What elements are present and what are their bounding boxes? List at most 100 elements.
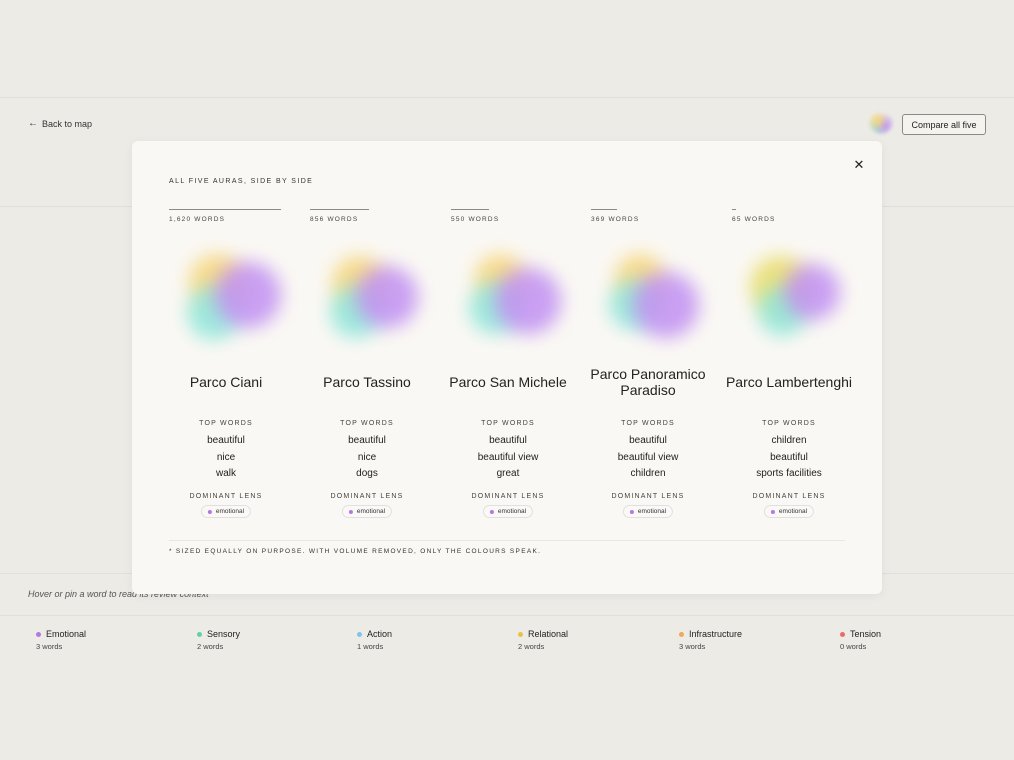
legend-item-action[interactable]: Action 1 words (357, 629, 392, 651)
lens-badge: emotional (200, 505, 252, 518)
legend-count: 1 words (357, 642, 384, 651)
lens-dot-icon (489, 509, 494, 514)
word-count-label: 856 WORDS (310, 216, 359, 223)
word-volume-bar (732, 209, 736, 210)
top-word[interactable]: children (722, 433, 856, 450)
top-word[interactable]: beautiful (441, 433, 575, 450)
close-icon[interactable]: ✕ (851, 157, 867, 173)
lens-dot-icon (348, 509, 353, 514)
top-word[interactable]: beautiful (300, 433, 434, 450)
legend-item-tension[interactable]: Tension 0 words (840, 629, 881, 651)
top-word[interactable]: beautiful (722, 450, 856, 467)
top-words-label: TOP WORDS (762, 420, 816, 427)
aura-blob (633, 272, 699, 338)
aura-blob (215, 262, 281, 328)
top-words-list: beautiful nice dogs (300, 433, 434, 483)
dominant-lens-label: DOMINANT LENS (471, 493, 545, 500)
word-volume-bar (169, 209, 281, 210)
top-words-label: TOP WORDS (340, 420, 394, 427)
top-word[interactable]: beautiful view (441, 450, 575, 467)
lens-badge: emotional (482, 505, 534, 518)
park-column[interactable]: 856 WORDS Parco Tassino TOP WORDS beautiful… (310, 208, 424, 518)
park-column[interactable]: 369 WORDS Parco Panoramico Paradiso TOP WO… (590, 208, 706, 518)
park-column[interactable]: 1,620 WORDS Parco Ciani TOP WORDS beautiful… (169, 208, 283, 518)
park-aura[interactable] (744, 246, 840, 342)
top-word[interactable]: walk (159, 466, 293, 483)
legend-dot-icon (518, 631, 523, 637)
legend-name: Infrastructure (689, 629, 743, 639)
word-volume-bar-track (732, 208, 846, 216)
dominant-lens-label: DOMINANT LENS (330, 493, 404, 500)
dominant-lens-label: DOMINANT LENS (611, 493, 685, 500)
legend-count: 3 words (679, 642, 706, 651)
top-word[interactable]: dogs (300, 466, 434, 483)
park-aura[interactable] (181, 246, 281, 342)
aura-thumbnail[interactable] (869, 112, 893, 134)
word-count-label: 65 WORDS (732, 216, 776, 223)
lens-name: emotional (778, 508, 808, 515)
legend-count: 2 words (197, 642, 224, 651)
legend-dot-icon (357, 631, 362, 637)
top-word[interactable]: nice (300, 450, 434, 467)
top-word[interactable]: nice (159, 450, 293, 467)
legend-count: 0 words (840, 642, 867, 651)
legend-item-relational[interactable]: Relational 2 words (518, 629, 568, 651)
top-words-list: beautiful beautiful view great (441, 433, 575, 483)
lens-badge: emotional (763, 505, 815, 518)
dominant-lens-label: DOMINANT LENS (752, 493, 826, 500)
dominant-lens-label: DOMINANT LENS (189, 493, 263, 500)
park-aura[interactable] (463, 246, 561, 342)
legend-name: Tension (850, 629, 882, 639)
top-word[interactable]: beautiful (159, 433, 293, 450)
top-word[interactable]: children (581, 466, 715, 483)
word-volume-bar (591, 209, 617, 210)
top-word[interactable]: sports facilities (722, 466, 856, 483)
word-volume-bar (310, 209, 369, 210)
legend-item-emotional[interactable]: Emotional 3 words (36, 629, 86, 651)
top-words-list: beautiful beautiful view children (581, 433, 715, 483)
lens-name: emotional (215, 508, 245, 515)
lens-badge: emotional (622, 505, 674, 518)
top-words-list: beautiful nice walk (159, 433, 293, 483)
park-aura[interactable] (603, 246, 699, 342)
back-to-map-link[interactable]: ← Back to map (28, 118, 92, 129)
modal-divider (169, 540, 845, 541)
word-count-label: 550 WORDS (451, 216, 500, 223)
top-words-label: TOP WORDS (481, 420, 535, 427)
legend-name: Action (367, 629, 393, 639)
top-word[interactable]: beautiful view (581, 450, 715, 467)
word-count-label: 369 WORDS (591, 216, 640, 223)
compare-all-button[interactable]: Compare all five (902, 114, 986, 135)
lens-name: emotional (497, 508, 527, 515)
arrow-left-icon: ← (28, 118, 38, 129)
legend-dot-icon (36, 631, 41, 637)
lens-legend: Emotional 3 words Sensory 2 words Action 1 wo… (0, 629, 1014, 659)
park-name: Parco Panoramico Paradiso (590, 366, 706, 398)
park-name: Parco Ciani (189, 374, 263, 390)
legend-dot-icon (840, 631, 845, 637)
legend-name: Emotional (46, 629, 87, 639)
lens-name: emotional (356, 508, 386, 515)
aura-blob (784, 264, 840, 320)
word-count-label: 1,620 WORDS (169, 216, 226, 223)
lens-badge: emotional (341, 505, 393, 518)
lens-dot-icon (770, 509, 775, 514)
park-column[interactable]: 550 WORDS Parco San Michele TOP WORDS beaut… (449, 208, 567, 518)
legend-name: Sensory (207, 629, 241, 639)
top-words-label: TOP WORDS (621, 420, 675, 427)
legend-item-infrastructure[interactable]: Infrastructure 3 words (679, 629, 742, 651)
top-word[interactable]: great (441, 466, 575, 483)
legend-name: Relational (528, 629, 569, 639)
modal-footnote: * SIZED EQUALLY ON PURPOSE. WITH VOLUME … (169, 548, 542, 555)
legend-dot-icon (679, 631, 684, 637)
modal-title: ALL FIVE AURAS, SIDE BY SIDE (169, 178, 314, 185)
legend-item-sensory[interactable]: Sensory 2 words (197, 629, 240, 651)
park-name: Parco San Michele (449, 374, 567, 390)
word-volume-bar-track (310, 208, 424, 216)
park-aura[interactable] (322, 246, 418, 342)
compare-modal: ALL FIVE AURAS, SIDE BY SIDE ✕ 1,620 WOR… (132, 141, 882, 594)
top-word[interactable]: beautiful (581, 433, 715, 450)
top-words-list: children beautiful sports facilities (722, 433, 856, 483)
aura-blob (495, 268, 561, 334)
park-column[interactable]: 65 WORDS Parco Lambertenghi TOP WORDS child… (726, 208, 852, 518)
